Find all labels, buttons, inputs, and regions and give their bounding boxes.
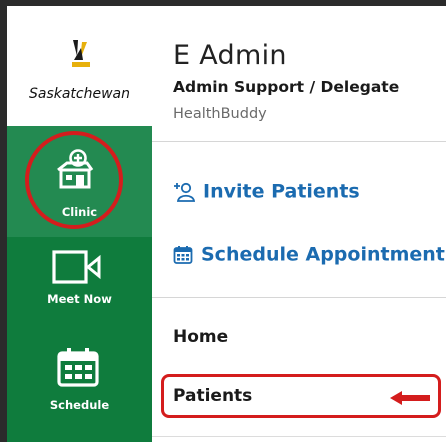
wheat-logo-icon [72,40,90,67]
clinic-icon [57,149,94,189]
user-name: E Admin [173,40,287,71]
logo: Saskatchewan [7,6,152,126]
menu-item-home[interactable]: Home [173,327,228,347]
sidebar-item-label: Meet Now [47,292,112,306]
invite-patients-link[interactable]: Invite Patients [173,180,360,203]
logo-text: Saskatchewan [28,86,131,102]
sidebar-item-label: Clinic [61,205,98,219]
add-user-icon [174,182,195,202]
video-camera-icon [52,250,101,284]
schedule-appointment-label: Schedule Appointment [201,243,445,266]
user-role: Admin Support / Delegate [173,78,400,96]
invite-patients-label: Invite Patients [203,180,360,203]
menu-item-patients[interactable]: Patients [173,386,252,406]
divider [152,141,446,142]
sidebar-item-clinic[interactable]: Clinic [7,126,152,237]
divider [152,436,446,437]
divider [152,297,446,298]
calendar-icon [173,245,193,264]
sidebar: Saskatchewan Clinic Meet Now Schedule [7,6,152,442]
user-organization: HealthBuddy [173,106,267,122]
calendar-icon [57,348,99,387]
sidebar-item-meet-now[interactable]: Meet Now [7,246,152,326]
annotation-arrow-icon [390,391,430,405]
schedule-appointment-link[interactable]: Schedule Appointment [173,243,445,266]
sidebar-item-label: Schedule [49,398,110,412]
main-panel: E Admin Admin Support / Delegate HealthB… [152,6,446,442]
sidebar-nav: Clinic Meet Now Schedule [7,126,152,442]
sidebar-item-schedule[interactable]: Schedule [7,338,152,428]
